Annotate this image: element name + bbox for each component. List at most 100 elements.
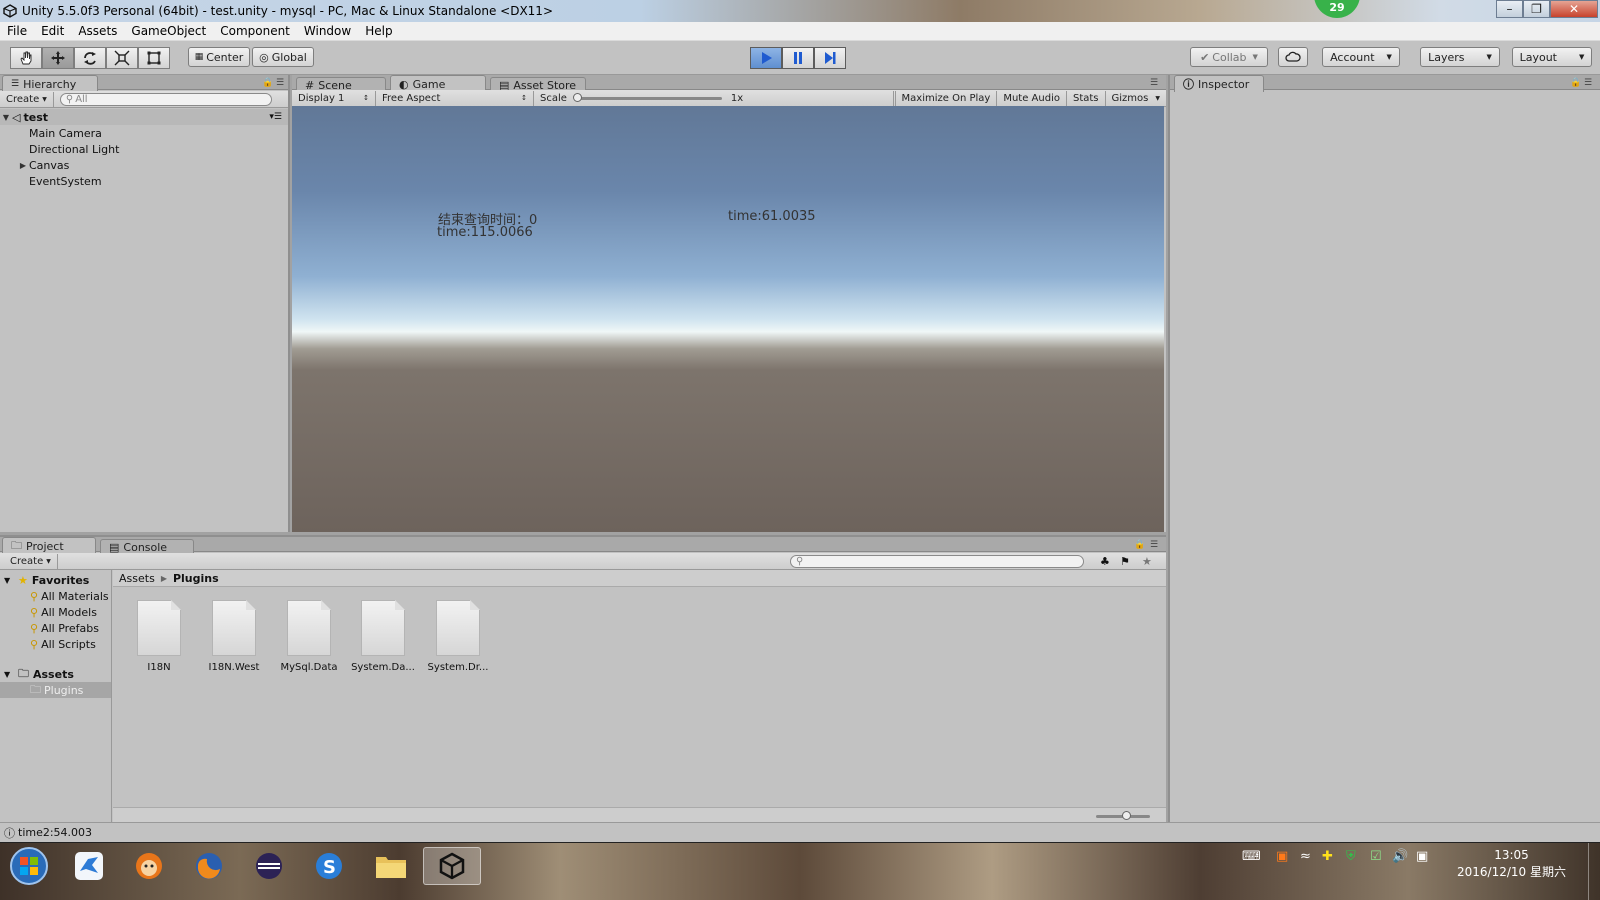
account-dropdown[interactable]: Account ▼	[1322, 47, 1400, 67]
start-button[interactable]	[0, 847, 58, 885]
lock-icon[interactable]: 🔒	[262, 78, 273, 88]
global-space-button[interactable]: ◎ Global	[252, 47, 314, 67]
tab-project[interactable]: 🗀 Project	[2, 537, 96, 554]
gizmos-dropdown[interactable]: Gizmos ▼	[1106, 91, 1166, 106]
asset-file[interactable]: I18N	[121, 600, 197, 673]
favorite-item[interactable]: ⚲ All Materials	[0, 588, 111, 604]
icon-size-slider-handle[interactable]	[1122, 811, 1131, 820]
game-view-canvas[interactable]: 结束查询时间：0 time:115.0066 time:61.0035	[292, 106, 1164, 532]
menu-assets[interactable]: Assets	[71, 24, 124, 38]
hierarchy-item[interactable]: Main Camera	[0, 125, 288, 141]
hierarchy-item[interactable]: ▶ Canvas	[0, 157, 288, 173]
tab-console[interactable]: ▤ Console	[100, 539, 194, 554]
assets-row[interactable]: ▼ 🗀 Assets	[0, 666, 111, 682]
input-method-icon[interactable]: ▣	[1276, 849, 1288, 864]
project-search-input[interactable]: ⚲	[790, 554, 1084, 568]
display-dropdown[interactable]: Display 1 ↕	[292, 90, 376, 106]
hierarchy-create-button[interactable]: Create ▼	[0, 91, 54, 107]
notification-badge[interactable]: 29	[1314, 0, 1360, 18]
hierarchy-item[interactable]: Directional Light	[0, 141, 288, 157]
asset-file[interactable]: I18N.West	[196, 600, 272, 673]
panel-menu-icon[interactable]: ☰	[1150, 540, 1158, 550]
menu-window[interactable]: Window	[297, 24, 358, 38]
menu-file[interactable]: File	[0, 24, 34, 38]
pivot-center-button[interactable]: ▦ Center	[188, 47, 250, 67]
close-button[interactable]: ✕	[1550, 0, 1598, 18]
layout-dropdown[interactable]: Layout ▼	[1512, 47, 1592, 67]
taskbar-app-explorer[interactable]	[362, 847, 420, 885]
icon-size-slider[interactable]	[1096, 811, 1150, 820]
favorite-item[interactable]: ⚲ All Models	[0, 604, 111, 620]
rss-icon[interactable]: ≈	[1300, 849, 1311, 864]
move-tool-button[interactable]	[42, 47, 74, 69]
taskbar-app-bird[interactable]	[60, 847, 118, 885]
aspect-dropdown[interactable]: Free Aspect ↕	[376, 90, 534, 106]
taskbar-app-firefox[interactable]	[180, 847, 238, 885]
star-icon[interactable]: ★	[1142, 555, 1152, 568]
info-icon: ⓘ	[4, 826, 15, 840]
asset-file[interactable]: System.Dr...	[420, 600, 496, 673]
collapsed-arrow-icon[interactable]: ▶	[17, 161, 29, 170]
layers-dropdown[interactable]: Layers ▼	[1420, 47, 1500, 67]
network-icon[interactable]: ☑	[1370, 849, 1382, 864]
expanded-arrow-icon[interactable]: ▼	[4, 576, 14, 585]
hierarchy-item[interactable]: EventSystem	[0, 173, 288, 189]
breadcrumb-plugins[interactable]: Plugins	[173, 572, 219, 585]
breadcrumb-assets[interactable]: Assets	[119, 572, 155, 585]
taskbar-app-eclipse[interactable]	[240, 847, 298, 885]
status-bar[interactable]: ⓘ time2:54.003	[0, 822, 1600, 842]
tab-hierarchy[interactable]: ☰ Hierarchy	[2, 75, 98, 92]
panel-menu-icon[interactable]: ☰	[1150, 78, 1158, 88]
volume-icon[interactable]: 🔊	[1392, 849, 1408, 864]
tab-inspector[interactable]: ⓘ Inspector	[1174, 75, 1264, 92]
menu-help[interactable]: Help	[358, 24, 399, 38]
expanded-arrow-icon[interactable]: ▼	[4, 670, 14, 679]
rect-tool-button[interactable]	[138, 47, 170, 69]
folder-plugins[interactable]: 🗀 Plugins	[0, 682, 111, 698]
project-create-button[interactable]: Create ▼	[4, 553, 58, 569]
scene-menu-icon[interactable]: ▾☰	[269, 112, 282, 122]
filter-by-type-icon[interactable]: ♣	[1100, 555, 1110, 568]
collab-dropdown[interactable]: ✔ Collab ▼	[1190, 47, 1268, 67]
cloud-button[interactable]	[1278, 47, 1308, 67]
favorite-item[interactable]: ⚲ All Prefabs	[0, 620, 111, 636]
asset-file[interactable]: System.Da...	[345, 600, 421, 673]
taskbar-app-unity[interactable]	[423, 847, 481, 885]
show-desktop-button[interactable]	[1588, 843, 1600, 900]
rotate-tool-button[interactable]	[74, 47, 106, 69]
keyboard-icon[interactable]: ⌨	[1242, 849, 1261, 864]
taskbar-app-monkey[interactable]	[120, 847, 178, 885]
filter-by-label-icon[interactable]: ⚑	[1120, 555, 1130, 568]
menu-component[interactable]: Component	[213, 24, 297, 38]
favorites-row[interactable]: ▼ ★ Favorites	[0, 572, 111, 588]
lock-icon[interactable]: 🔒	[1570, 78, 1581, 88]
taskbar-app-sogou[interactable]: S	[300, 847, 358, 885]
mute-audio-toggle[interactable]: Mute Audio	[997, 90, 1067, 106]
play-button[interactable]	[750, 47, 782, 69]
menu-edit[interactable]: Edit	[34, 24, 71, 38]
asset-file[interactable]: MySql.Data	[271, 600, 347, 673]
hand-tool-button[interactable]	[10, 47, 42, 69]
favorite-item[interactable]: ⚲ All Scripts	[0, 636, 111, 652]
file-icon	[137, 600, 181, 656]
action-center-icon[interactable]: ▣	[1416, 849, 1428, 864]
scale-slider-handle[interactable]	[572, 92, 582, 102]
pause-button[interactable]	[782, 47, 814, 69]
menu-gameobject[interactable]: GameObject	[124, 24, 213, 38]
plus-icon[interactable]: ✚	[1322, 849, 1333, 864]
panel-menu-icon[interactable]: ☰	[1584, 78, 1592, 88]
scene-row[interactable]: ▼ ◁ test ▾☰	[0, 109, 288, 125]
restore-button[interactable]: ❐	[1523, 0, 1550, 18]
scale-slider[interactable]	[572, 92, 722, 102]
panel-menu-icon[interactable]: ☰	[276, 78, 284, 88]
minimize-button[interactable]: –	[1496, 0, 1523, 18]
step-button[interactable]	[814, 47, 846, 69]
scale-tool-button[interactable]	[106, 47, 138, 69]
stats-toggle[interactable]: Stats	[1067, 90, 1106, 106]
taskbar-clock[interactable]: 13:05 2016/12/10 星期六	[1457, 847, 1566, 881]
shield-icon[interactable]: ⛨	[1346, 849, 1356, 864]
lock-icon[interactable]: 🔒	[1134, 540, 1145, 550]
expanded-arrow-icon[interactable]: ▼	[0, 113, 12, 122]
maximize-on-play-toggle[interactable]: Maximize On Play	[894, 90, 998, 106]
hierarchy-search-input[interactable]: ⚲ All	[59, 92, 272, 106]
